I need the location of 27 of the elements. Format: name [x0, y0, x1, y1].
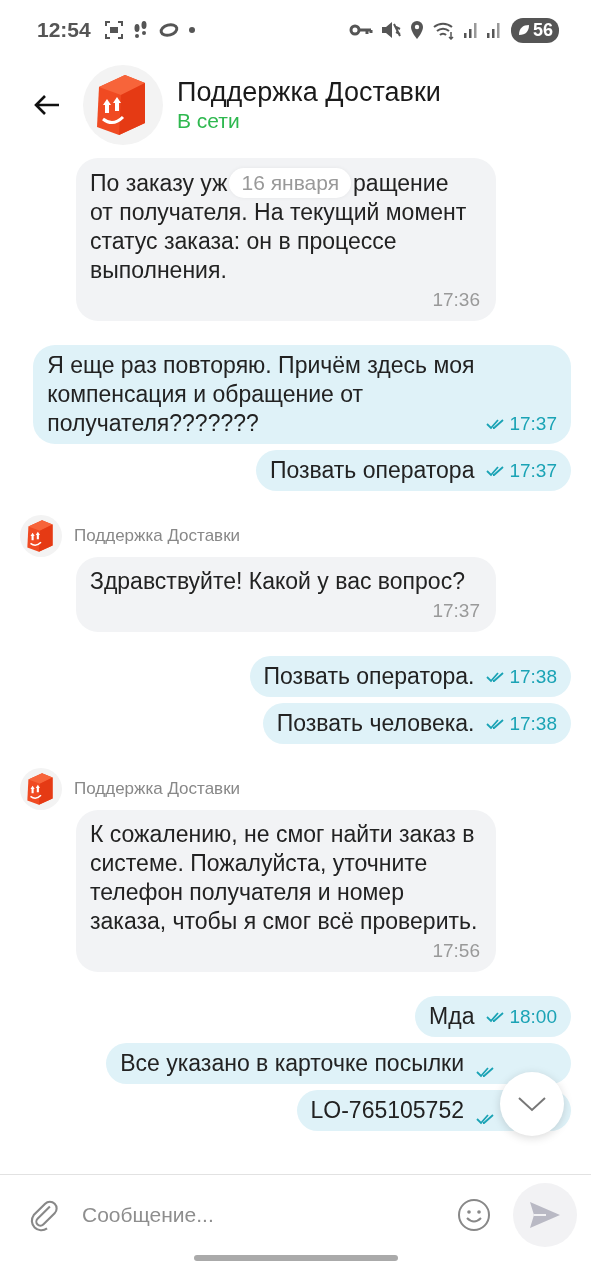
message-time: 17:37 — [432, 599, 480, 623]
message-text: Здравствуйте! Какой у вас вопрос? — [90, 568, 465, 594]
message-time: 17:38 — [509, 665, 557, 689]
message-text: Все указано в карточке посылки — [120, 1049, 464, 1078]
message-text: Позвать оператора. — [263, 662, 475, 691]
message-time: 17:37 — [509, 459, 557, 483]
sender-name: Поддержка Доставки — [74, 779, 241, 799]
message-text: По заказу уж — [90, 168, 228, 198]
clock-time: 12:54 — [37, 18, 91, 42]
chat-title: Поддержка Доставки — [177, 77, 441, 108]
message-text: Мда — [429, 1002, 475, 1031]
message-time: 18:00 — [509, 1005, 557, 1029]
sender-name: Поддержка Доставки — [74, 526, 241, 546]
message-text: Позвать человека. — [276, 709, 475, 738]
message-time: 17:38 — [509, 712, 557, 736]
message-time: 17:56 — [432, 939, 480, 963]
message-text: ращение — [353, 168, 449, 198]
message-time: 17:37 — [509, 412, 557, 436]
battery-indicator: 56 — [510, 17, 559, 43]
message-text: К сожалению, не смог найти заказ в системе. Пожалуйста, уточните телефон получателя и номер заказа, чтобы я смог всё проверить. — [90, 821, 478, 934]
date-label: 16 января — [229, 168, 352, 198]
message-text: Я еще раз повторяю. Причём здесь моя компенсация и обращение от получателя??????? — [47, 351, 475, 438]
message-text: Позвать оператора — [269, 456, 475, 485]
message-text: LO-765105752 — [310, 1096, 464, 1125]
message-time: 17:36 — [432, 288, 480, 312]
message-text: от получателя. На текущий момент статус заказа: он в процессе выполнения. — [90, 199, 467, 283]
online-status: В сети — [177, 109, 241, 133]
